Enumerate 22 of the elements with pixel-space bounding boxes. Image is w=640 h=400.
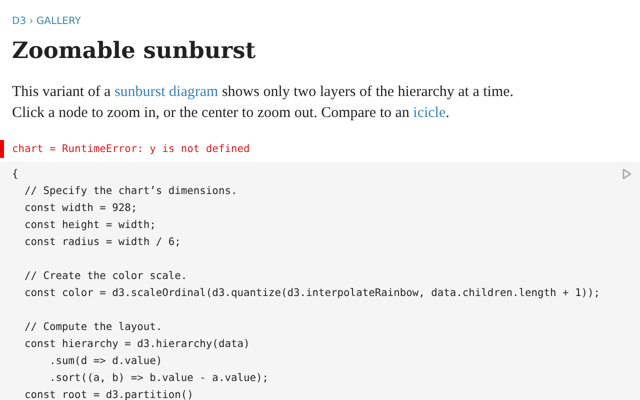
code-line: // Specify the chart’s dimensions.: [24, 184, 238, 199]
code-line: {: [12, 167, 18, 182]
code-line: .sum(d => d.value): [48, 354, 162, 369]
text-link[interactable]: icicle: [413, 105, 446, 121]
breadcrumb-separator: ›: [28, 16, 34, 27]
code-line: .sort((a, b) => b.value - a.value);: [48, 371, 268, 386]
code-line: const width = 928;: [24, 201, 138, 216]
code-line: const root = d3.partition(): [24, 388, 194, 400]
page-title: Zoomable sunburst: [12, 37, 257, 66]
code-line: const hierarchy = d3.hierarchy(data): [24, 337, 250, 352]
code-line: // Compute the layout.: [24, 320, 162, 335]
intro-text: Click a node to zoom in, or the center to zoom out. Compare to an icicle.: [12, 104, 450, 123]
code-line: const color = d3.scaleOrdinal(d3.quantize(d3.interpolateRainbow, data.children.length + 1));: [24, 286, 600, 301]
code-line: const radius = width / 6;: [24, 235, 181, 250]
code-line: // Create the color scale.: [24, 269, 188, 284]
error-output: chart = RuntimeError: y is not defined: [0, 140, 640, 158]
text-link[interactable]: sunburst diagram: [114, 84, 218, 100]
run-button[interactable]: [622, 168, 632, 180]
breadcrumb-link[interactable]: D3: [12, 16, 26, 27]
breadcrumb-link[interactable]: GALLERY: [36, 16, 81, 27]
intro-text: This variant of a sunburst diagram shows only two layers of the hierarchy at a time.: [12, 83, 515, 102]
code-line: const height = width;: [24, 218, 156, 233]
